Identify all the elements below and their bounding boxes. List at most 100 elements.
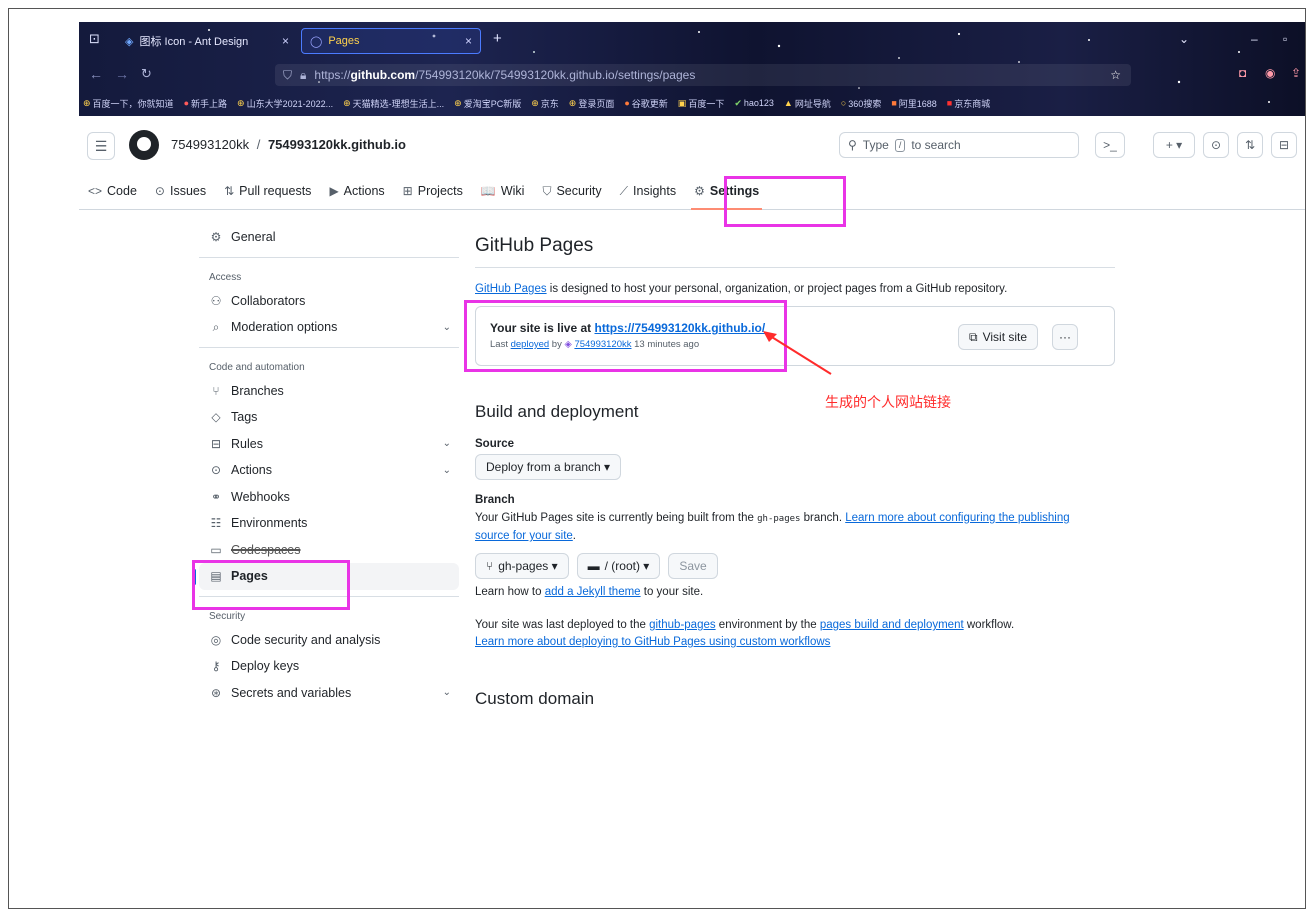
gear-icon: ⚙ xyxy=(210,230,222,245)
bookmark-item[interactable]: ▲ 网址导航 xyxy=(784,97,831,110)
divider xyxy=(199,346,459,348)
comment-icon: ⌕ xyxy=(212,319,220,334)
reload-icon[interactable]: ↻ xyxy=(141,66,152,82)
search-input[interactable]: ⚲ Type / to search xyxy=(839,132,1079,158)
bookmark-item[interactable]: ■ 京东商城 xyxy=(947,97,990,110)
bookmark-item[interactable]: ⊕ 山东大学2021-2022... xyxy=(237,97,333,110)
bookmark-item[interactable]: ● 谷歌更新 xyxy=(624,97,667,110)
tab-security[interactable]: ⛉ Security xyxy=(533,176,610,206)
workflow-link[interactable]: pages build and deployment xyxy=(820,619,964,631)
sidebar-item-tags[interactable]: ◇ Tags xyxy=(199,404,459,431)
bookmark-item[interactable]: ⊕ 天猫精选-理想生活上... xyxy=(343,97,444,110)
pocket-icon[interactable]: ◘ xyxy=(1239,66,1246,80)
annotation-arrow-icon xyxy=(763,331,832,375)
bookmark-item[interactable]: ○ 360搜索 xyxy=(841,97,881,110)
divider xyxy=(199,595,459,597)
sidebar-item-moderation[interactable]: ⌕ Moderation options ⌄ xyxy=(199,314,459,341)
github-logo-icon[interactable] xyxy=(129,130,159,160)
github-pages-link[interactable]: GitHub Pages xyxy=(475,283,547,295)
deployed-link[interactable]: deployed xyxy=(511,339,550,350)
sidebar-item-secrets[interactable]: ⊛ Secrets and variables ⌄ xyxy=(199,680,459,707)
minimize-button[interactable]: – xyxy=(1251,32,1258,46)
folder-select[interactable]: ▬ / (root) ▾ xyxy=(576,553,661,579)
tab-pull-requests[interactable]: ⇅ Pull requests xyxy=(215,176,320,206)
branch-select[interactable]: ⑂ gh-pages ▾ xyxy=(475,553,569,579)
bookmark-item[interactable]: ⊕ 京东 xyxy=(531,97,559,110)
browser-icon: ▤ xyxy=(210,569,222,584)
sidebar-item-collaborators[interactable]: ⚇ Collaborators xyxy=(199,288,459,315)
account-icon[interactable]: ◉ xyxy=(1265,66,1275,80)
branch-controls: ⑂ gh-pages ▾ ▬ / (root) ▾ Save xyxy=(475,553,1115,579)
sidebar-item-general[interactable]: ⚙ General xyxy=(199,224,459,251)
bookmark-item[interactable]: ⊕ 百度一下，你就知道 xyxy=(83,97,174,110)
environment-link[interactable]: github-pages xyxy=(649,619,716,631)
back-arrow-icon[interactable]: ← xyxy=(89,66,103,82)
tab-pages[interactable]: ◯ Pages × xyxy=(301,28,481,54)
tab-insights[interactable]: ⟋ Insights xyxy=(611,176,686,206)
site-url-link[interactable]: https://754993120kk.github.io/ xyxy=(594,321,765,335)
menu-icon[interactable]: ☰ xyxy=(87,132,115,160)
jekyll-text: Learn how to add a Jekyll theme to your … xyxy=(475,586,704,598)
url-text: https://github.com/754993120kk/754993120… xyxy=(314,68,696,82)
tab-label: Pages xyxy=(328,35,360,47)
sidebar-item-code-security[interactable]: ◎ Code security and analysis xyxy=(199,627,459,654)
sidebar-item-deploy-keys[interactable]: ⚷ Deploy keys xyxy=(199,653,459,680)
tab-actions[interactable]: ▶ Actions xyxy=(320,176,393,206)
bookmark-item[interactable]: ■ 阿里1688 xyxy=(891,97,936,110)
jekyll-theme-link[interactable]: add a Jekyll theme xyxy=(545,586,641,598)
section-heading: Access xyxy=(209,272,242,283)
sidebar-item-codespaces[interactable]: ▭ Codespaces xyxy=(199,537,459,564)
tab-list-button[interactable]: ⌄ xyxy=(1179,32,1189,46)
webhook-icon: ⚭ xyxy=(210,489,222,504)
branch-icon: ⑂ xyxy=(486,559,494,573)
maximize-button[interactable]: ▫ xyxy=(1283,32,1287,46)
repo-link[interactable]: 754993120kk.github.io xyxy=(268,137,406,152)
visit-site-button[interactable]: ⧉ Visit site xyxy=(958,324,1039,350)
extensions-icon[interactable]: ⇪ xyxy=(1291,66,1301,80)
bookmark-item[interactable]: ⊕ 登录页面 xyxy=(569,97,615,110)
bookmark-item[interactable]: ⊕ 爱淘宝PC新版 xyxy=(454,97,521,110)
sidebar-item-branches[interactable]: ⑂ Branches xyxy=(199,378,459,405)
code-icon: <> xyxy=(88,184,103,198)
close-icon[interactable]: × xyxy=(465,34,472,48)
sidebar-item-webhooks[interactable]: ⚭ Webhooks xyxy=(199,484,459,511)
new-tab-button[interactable]: + xyxy=(493,30,502,47)
sidebar-item-pages[interactable]: ▤ Pages xyxy=(193,563,459,590)
user-link[interactable]: 754993120kk xyxy=(574,339,631,350)
save-button[interactable]: Save xyxy=(668,553,718,579)
table-icon: ⊞ xyxy=(402,184,413,198)
sidebar-item-environments[interactable]: ☷ Environments xyxy=(199,510,459,537)
tab-code[interactable]: <> Code xyxy=(79,176,146,206)
chevron-down-icon: ⌄ xyxy=(442,438,451,450)
sidebar-item-rules[interactable]: ⊟ Rules ⌄ xyxy=(199,431,459,458)
create-new-button[interactable]: + ▾ xyxy=(1153,132,1195,158)
inbox-icon[interactable]: ⊟ xyxy=(1271,132,1297,158)
intro-text: GitHub Pages is designed to host your pe… xyxy=(475,283,1008,295)
source-select[interactable]: Deploy from a branch ▾ xyxy=(475,454,622,480)
site-live-text: Your site is live at https://754993120kk… xyxy=(490,321,766,335)
custom-workflows-link[interactable]: Learn more about deploying to GitHub Pag… xyxy=(475,636,830,648)
tab-wiki[interactable]: 📖 Wiki xyxy=(472,176,534,206)
close-icon[interactable]: × xyxy=(282,34,289,48)
tab-settings[interactable]: ⚙ Settings xyxy=(685,176,768,210)
chevron-down-icon: ⌄ xyxy=(442,687,451,699)
asterisk-icon: ⊛ xyxy=(210,685,222,700)
tab-projects[interactable]: ⊞ Projects xyxy=(394,176,472,206)
forward-arrow-icon[interactable]: → xyxy=(115,66,129,82)
owner-link[interactable]: 754993120kk xyxy=(171,137,249,152)
tab-overview-icon[interactable]: ⊡ xyxy=(89,31,100,47)
play-icon: ⊙ xyxy=(210,463,222,478)
issues-icon[interactable]: ⊙ xyxy=(1203,132,1229,158)
tab-ant-design[interactable]: ◈ 图标 Icon - Ant Design × xyxy=(117,28,297,54)
address-bar[interactable]: ⛉ 🔒︎ https://github.com/754993120kk/7549… xyxy=(275,64,1131,86)
sidebar-item-actions[interactable]: ⊙ Actions ⌄ xyxy=(199,457,459,484)
more-options-button[interactable]: ··· xyxy=(1052,324,1078,350)
bookmark-item[interactable]: ✔ hao123 xyxy=(734,98,774,109)
bookmark-item[interactable]: ● 新手上路 xyxy=(184,97,227,110)
tab-issues[interactable]: ⊙ Issues xyxy=(146,176,215,206)
command-palette-button[interactable]: >_ xyxy=(1095,132,1125,158)
bookmark-item[interactable]: ▣ 百度一下 xyxy=(678,97,725,110)
pull-requests-icon[interactable]: ⇅ xyxy=(1237,132,1263,158)
bookmark-star-icon[interactable]: ☆ xyxy=(1110,68,1121,82)
play-icon: ▶ xyxy=(329,184,339,198)
